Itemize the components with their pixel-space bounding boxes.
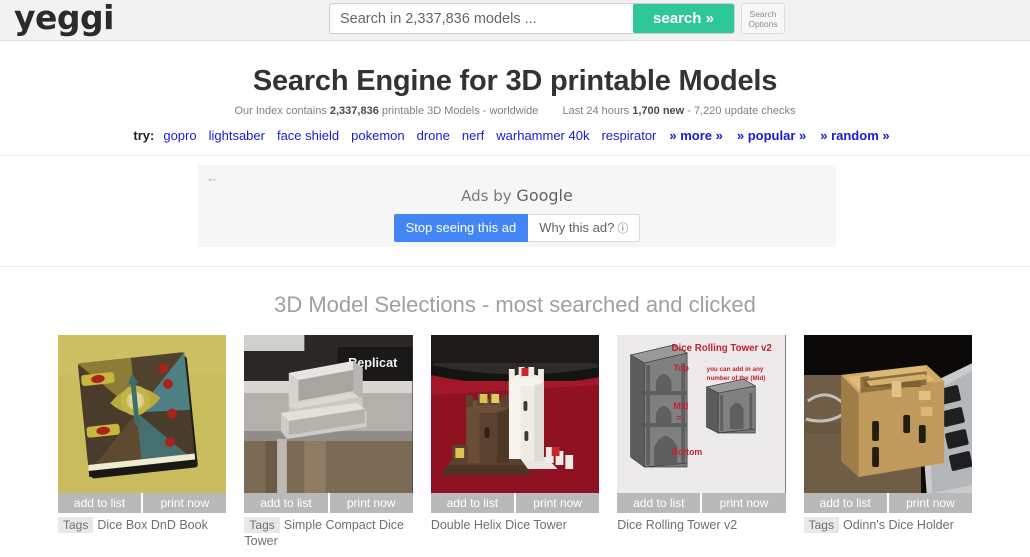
model-card[interactable]: Dice Rolling Tower v2 Top Mid = Bottom y…	[617, 335, 786, 549]
last24-prefix: Last 24 hours	[562, 105, 633, 117]
search-options-line1: Search	[749, 9, 777, 19]
search-area: search » Search Options	[329, 3, 785, 34]
index-count: 2,337,836	[329, 105, 379, 117]
add-to-list-button[interactable]: add to list	[617, 493, 703, 513]
try-label: try:	[133, 128, 155, 143]
why-this-ad-button[interactable]: Why this ad? ⓘ	[528, 214, 641, 242]
site-header: yeggi search » Search Options	[0, 0, 1030, 41]
print-now-button[interactable]: print now	[330, 493, 413, 513]
svg-text:you can add in any: you can add in any	[707, 366, 764, 373]
last24-new: 1,700 new	[632, 105, 685, 117]
model-title-link[interactable]: Double Helix Dice Tower	[431, 518, 567, 532]
print-now-button[interactable]: print now	[889, 493, 972, 513]
card-actions: add to list print now	[617, 493, 786, 513]
try-link-1[interactable]: lightsaber	[209, 128, 265, 143]
try-link-4[interactable]: drone	[417, 128, 450, 143]
try-link-0[interactable]: gopro	[163, 128, 196, 143]
try-link-7[interactable]: respirator	[601, 128, 656, 143]
dice-box-dnd-book-thumbnail[interactable]	[58, 335, 227, 493]
search-box: search »	[329, 3, 735, 34]
svg-text:Bottom: Bottom	[672, 447, 703, 457]
try-link-2[interactable]: face shield	[277, 128, 339, 143]
search-input[interactable]	[330, 4, 633, 33]
card-actions: add to list print now	[430, 493, 600, 513]
yeggi-logo[interactable]: yeggi	[14, 0, 114, 37]
ads-by-google-label: Ads by Google	[198, 165, 836, 205]
ad-feedback-buttons: Stop seeing this ad Why this ad? ⓘ	[198, 214, 836, 242]
svg-text:Top: Top	[674, 363, 690, 373]
model-title-link[interactable]: Odinn's Dice Holder	[843, 518, 954, 532]
try-link-8[interactable]: » more »	[669, 128, 722, 143]
svg-text:Mid: Mid	[674, 401, 689, 411]
dice-rolling-tower-v2-thumbnail[interactable]: Dice Rolling Tower v2 Top Mid = Bottom y…	[617, 335, 786, 493]
card-actions: add to list print now	[58, 493, 227, 513]
try-link-10[interactable]: » random »	[820, 128, 889, 143]
add-to-list-button[interactable]: add to list	[431, 493, 517, 513]
svg-text:number of the (Mid): number of the (Mid)	[707, 375, 766, 382]
print-now-button[interactable]: print now	[702, 493, 785, 513]
selections-title: 3D Model Selections - most searched and …	[274, 292, 756, 317]
search-button[interactable]: search »	[633, 4, 734, 33]
model-cards-row: add to list print now Tags Dice Box DnD Boo…	[0, 335, 1030, 549]
search-options-button[interactable]: Search Options	[741, 3, 785, 34]
tags-chip: Tags	[58, 517, 94, 533]
try-link-5[interactable]: nerf	[462, 128, 484, 143]
google-brand: Google	[516, 186, 573, 205]
index-suffix: printable 3D Models - worldwide	[378, 105, 539, 117]
svg-text:Dice Rolling Tower v2: Dice Rolling Tower v2	[672, 343, 773, 354]
last24-suffix: - 7,220 update checks	[684, 105, 796, 117]
card-meta: Tags Simple Compact Dice Tower	[244, 517, 412, 549]
card-actions: add to list print now	[803, 493, 973, 513]
ad-back-icon[interactable]: ←	[206, 171, 219, 184]
try-links-bar: try: gopro lightsaber face shield pokemon dro…	[0, 128, 1030, 143]
model-card[interactable]: add to list print now Tags Dice Box DnD Boo…	[58, 335, 227, 549]
model-card[interactable]: add to list print now Double Helix Dice To…	[430, 335, 600, 549]
svg-text:=: =	[677, 413, 682, 423]
card-meta: Tags Dice Box DnD Book	[58, 517, 226, 533]
add-to-list-button[interactable]: add to list	[244, 493, 330, 513]
model-title-link[interactable]: Dice Box DnD Book	[97, 518, 207, 532]
search-options-line2: Options	[748, 19, 778, 29]
add-to-list-button[interactable]: add to list	[804, 493, 889, 513]
add-to-list-button[interactable]: add to list	[58, 493, 144, 513]
try-link-9[interactable]: » popular »	[737, 128, 806, 143]
ads-by-prefix: Ads by	[461, 187, 517, 205]
print-now-button[interactable]: print now	[143, 493, 226, 513]
double-helix-dice-tower-thumbnail[interactable]	[430, 335, 600, 493]
try-link-3[interactable]: pokemon	[351, 128, 404, 143]
ad-feedback-panel: ← Ads by Google Stop seeing this ad Why …	[198, 165, 836, 247]
print-now-button[interactable]: print now	[516, 493, 599, 513]
tags-chip: Tags	[244, 517, 280, 533]
index-stats: Our Index contains 2,337,836 printable 3…	[0, 105, 1030, 117]
model-title-link[interactable]: Dice Rolling Tower v2	[617, 518, 737, 532]
try-link-6[interactable]: warhammer 40k	[496, 128, 589, 143]
stop-seeing-ad-button[interactable]: Stop seeing this ad	[393, 214, 529, 242]
why-this-ad-label: Why this ad?	[539, 220, 615, 235]
tags-chip: Tags	[803, 517, 839, 533]
model-card[interactable]: add to list print now Tags Odinn's Dice Hol…	[803, 335, 973, 549]
ad-zone: ← Ads by Google Stop seeing this ad Why …	[0, 156, 1030, 254]
model-card[interactable]: Replicat add to list print now Tags Simple …	[244, 335, 413, 549]
try-links-list: gopro lightsaber face shield pokemon drone ne…	[157, 128, 896, 143]
divider-below-ad	[0, 266, 1030, 267]
card-meta: Dice Rolling Tower v2	[617, 517, 785, 533]
hero-section: Search Engine for 3D printable Models Ou…	[0, 41, 1030, 143]
card-meta: Double Helix Dice Tower	[431, 517, 599, 533]
info-icon: ⓘ	[617, 223, 629, 235]
odinns-dice-holder-thumbnail[interactable]	[803, 335, 973, 493]
card-actions: add to list print now	[244, 493, 413, 513]
card-meta: Tags Odinn's Dice Holder	[803, 517, 972, 533]
page-title: Search Engine for 3D printable Models	[252, 65, 778, 97]
simple-compact-dice-tower-thumbnail[interactable]: Replicat	[244, 335, 413, 493]
index-prefix: Our Index contains	[234, 105, 330, 117]
